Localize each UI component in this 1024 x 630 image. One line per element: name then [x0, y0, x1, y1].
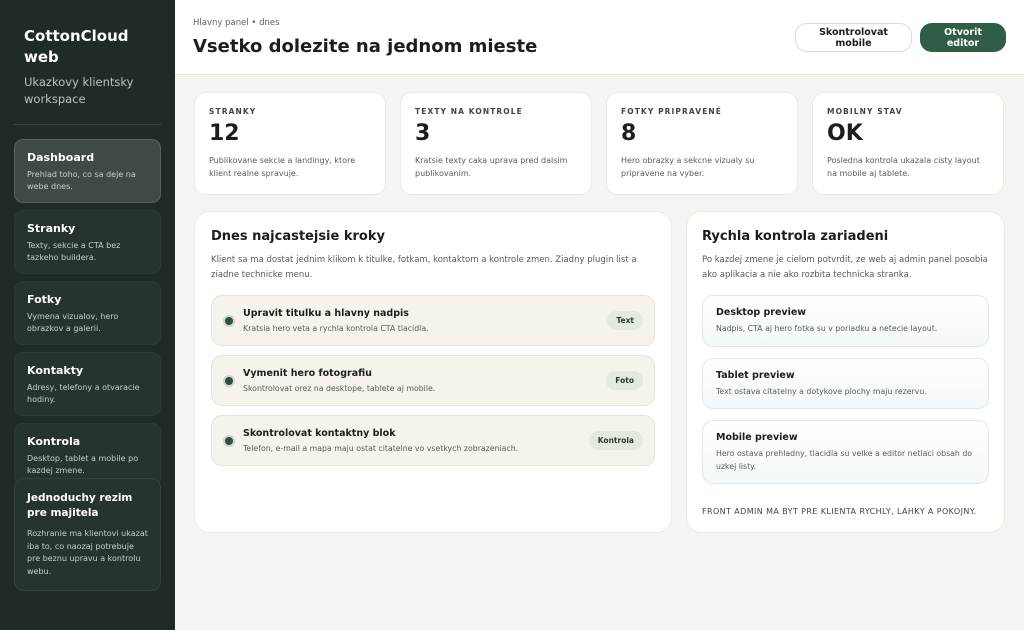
sidebar-item-description: Adresy, telefony a otvaracie hodiny. — [27, 383, 140, 404]
stat-value: OK — [827, 121, 863, 146]
step-badge: Text — [607, 311, 643, 330]
header-titles: Hlavny panel • dnes Vsetko dolezite na j… — [193, 16, 537, 74]
stat-label: FOTKY PRIPRAVENÉ — [621, 107, 723, 116]
devices-card-title: Rychla kontrola zariadeni — [702, 229, 889, 244]
owner-mode-box: Jednoduchy rezim pre majitela Rozhranie … — [14, 478, 161, 591]
device-preview-tablet[interactable]: Tablet preview Text ostava citatelny a d… — [702, 357, 989, 409]
stat-card-texty: TEXTY NA KONTROLE 3 Kratsie texty caka u… — [400, 92, 592, 195]
devices-footer-note: FRONT ADMIN MA BYT PRE KLIENTA RYCHLY, L… — [702, 507, 977, 516]
page-title: Vsetko dolezite na jednom mieste — [193, 36, 538, 57]
main-content: Hlavny panel • dnes Vsetko dolezite na j… — [175, 0, 1024, 630]
device-preview-mobile[interactable]: Mobile preview Hero ostava prehladny, tl… — [702, 420, 989, 484]
bullet-dot-icon — [223, 374, 235, 387]
steps-card-title: Dnes najcastejsie kroky — [211, 229, 385, 244]
topbar: Hlavny panel • dnes Vsetko dolezite na j… — [175, 0, 1024, 75]
device-description: Hero ostava prehladny, tlacidla su velke… — [716, 449, 973, 471]
stat-description: Publikovane sekcie a landingy, ktore kli… — [209, 156, 356, 178]
sidebar-item-fotky[interactable]: Fotky Vymena vizualov, hero obrazkov a g… — [14, 281, 161, 345]
steps-card-intro: Klient sa ma dostat jednim klikom k titu… — [211, 255, 637, 280]
step-title: Skontrolovat kontaktny blok — [243, 428, 396, 439]
sidebar-item-kontakty[interactable]: Kontakty Adresy, telefony a otvaracie ho… — [14, 352, 161, 416]
device-preview-desktop[interactable]: Desktop preview Nadpis, CTA aj hero fotk… — [702, 295, 989, 347]
sidebar: CottonCloud web Ukazkovy klientsky works… — [0, 0, 175, 630]
devices-list: Desktop preview Nadpis, CTA aj hero fotk… — [702, 295, 989, 484]
brand: CottonCloud web Ukazkovy klientsky works… — [14, 26, 161, 108]
bullet-dot-icon — [223, 314, 235, 327]
sidebar-item-label: Kontakty — [27, 364, 84, 377]
sidebar-item-stranky[interactable]: Stranky Texty, sekcie a CTA bez tazkeho … — [14, 210, 161, 274]
owner-mode-description: Rozhranie ma klientovi ukazat iba to, co… — [27, 529, 148, 576]
stat-value: 8 — [621, 121, 637, 146]
sidebar-item-dashboard[interactable]: Dashboard Prehlad toho, co sa deje na we… — [14, 139, 161, 203]
stat-description: Hero obrazky a sekcne vizualy su priprav… — [621, 156, 755, 178]
stat-label: MOBILNY STAV — [827, 107, 903, 116]
step-body: Vymenit hero fotografiu Skontrolovat ore… — [243, 368, 606, 393]
step-description: Kratsia hero veta a rychla kontrola CTA … — [243, 324, 429, 333]
stat-label: STRANKY — [209, 107, 257, 116]
sidebar-item-label: Fotky — [27, 293, 62, 306]
step-badge: Foto — [606, 371, 643, 390]
steps-card: Dnes najcastejsie kroky Klient sa ma dos… — [194, 211, 672, 533]
stat-card-fotky: FOTKY PRIPRAVENÉ 8 Hero obrazky a sekcne… — [606, 92, 798, 195]
devices-card-intro: Po kazdej zmene je cielom potvrdit, ze w… — [702, 255, 988, 280]
stat-description: Kratsie texty caka uprava pred dalsim pu… — [415, 156, 568, 178]
step-body: Upravit titulku a hlavny nadpis Kratsia … — [243, 308, 607, 333]
stat-value: 3 — [415, 121, 431, 146]
step-item-kontakt[interactable]: Skontrolovat kontaktny blok Telefon, e-m… — [211, 415, 655, 466]
sidebar-item-description: Vymena vizualov, hero obrazkov a galerii… — [27, 312, 119, 333]
breadcrumb: Hlavny panel • dnes — [193, 18, 280, 28]
step-item-hero-foto[interactable]: Vymenit hero fotografiu Skontrolovat ore… — [211, 355, 655, 406]
steps-list: Upravit titulku a hlavny nadpis Kratsia … — [211, 295, 655, 466]
step-body: Skontrolovat kontaktny blok Telefon, e-m… — [243, 428, 589, 453]
stat-card-stranky: STRANKY 12 Publikovane sekcie a landingy… — [194, 92, 386, 195]
step-description: Skontrolovat orez na desktope, tablete a… — [243, 384, 436, 393]
brand-subtitle: Ukazkovy klientsky workspace — [24, 75, 134, 106]
sidebar-item-label: Stranky — [27, 222, 76, 235]
check-mobile-button[interactable]: Skontrolovat mobile — [795, 23, 912, 52]
device-title: Mobile preview — [716, 432, 798, 443]
sidebar-item-label: Kontrola — [27, 435, 81, 448]
sidebar-item-description: Desktop, tablet a mobile po kazdej zmene… — [27, 454, 139, 475]
stat-description: Posledna kontrola ukazala cisty layout n… — [827, 156, 980, 178]
bullet-dot-icon — [223, 434, 235, 447]
sidebar-item-description: Prehlad toho, co sa deje na webe dnes. — [27, 170, 136, 191]
stat-label: TEXTY NA KONTROLE — [415, 107, 523, 116]
owner-mode-title: Jednoduchy rezim pre majitela — [27, 492, 133, 519]
sidebar-item-description: Texty, sekcie a CTA bez tazkeho buildera… — [27, 241, 121, 262]
header-actions: Skontrolovat mobile Otvorit editor — [795, 23, 1006, 74]
devices-card: Rychla kontrola zariadeni Po kazdej zmen… — [686, 211, 1005, 533]
open-editor-button[interactable]: Otvorit editor — [920, 23, 1006, 52]
stat-card-mobilny-stav: MOBILNY STAV OK Posledna kontrola ukazal… — [812, 92, 1004, 195]
step-title: Vymenit hero fotografiu — [243, 368, 372, 379]
step-description: Telefon, e-mail a mapa maju ostat citate… — [243, 444, 519, 453]
sidebar-item-label: Dashboard — [27, 151, 95, 164]
device-description: Nadpis, CTA aj hero fotka su v poriadku … — [716, 324, 938, 333]
device-title: Desktop preview — [716, 307, 807, 318]
stats-row: STRANKY 12 Publikovane sekcie a landingy… — [194, 92, 1004, 195]
step-badge: Kontrola — [588, 431, 643, 450]
sidebar-nav: Dashboard Prehlad toho, co sa deje na we… — [14, 139, 161, 487]
step-item-titulka[interactable]: Upravit titulku a hlavny nadpis Kratsia … — [211, 295, 655, 346]
app-window: CottonCloud web Ukazkovy klientsky works… — [0, 0, 1024, 630]
stat-value: 12 — [209, 121, 240, 146]
sidebar-divider — [14, 124, 161, 125]
step-title: Upravit titulku a hlavny nadpis — [243, 308, 409, 319]
device-description: Text ostava citatelny a dotykove plochy … — [716, 386, 927, 396]
brand-name: CottonCloud web — [24, 27, 129, 66]
device-title: Tablet preview — [716, 369, 795, 381]
